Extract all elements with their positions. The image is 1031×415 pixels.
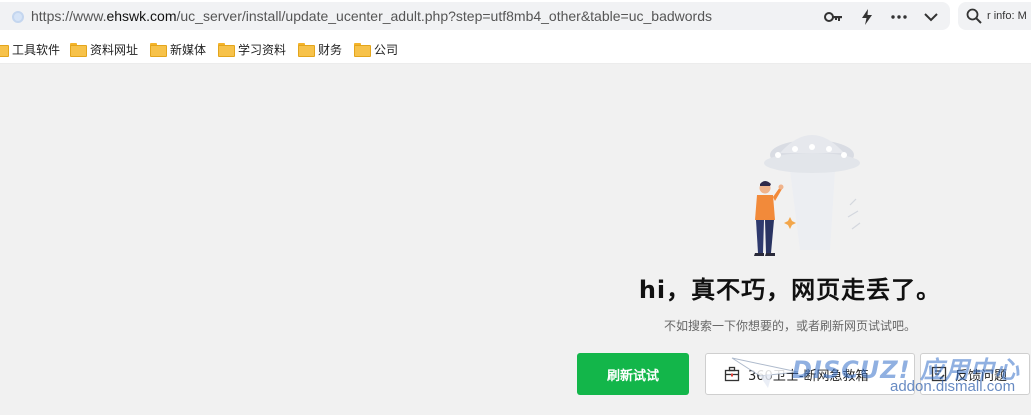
network-rescue-button[interactable]: 360卫士-断网急救箱 xyxy=(705,353,915,395)
bookmark-folder[interactable]: 公司 xyxy=(354,41,398,57)
folder-icon xyxy=(298,43,315,57)
bookmark-folder[interactable]: 新媒体 xyxy=(150,41,206,57)
chevron-down-icon[interactable] xyxy=(920,6,942,28)
search-icon xyxy=(966,8,982,24)
bookmark-folder[interactable]: 工具软件 xyxy=(0,41,60,57)
toolbox-icon xyxy=(724,366,740,382)
url-path: /uc_server/install/update_ucenter_adult.… xyxy=(176,8,712,24)
bookmark-folder[interactable]: 学习资料 xyxy=(218,41,286,57)
url-prefix: https://www. xyxy=(31,8,107,24)
folder-icon xyxy=(218,43,235,57)
bookmark-folder[interactable]: 财务 xyxy=(298,41,342,57)
lightning-icon[interactable] xyxy=(856,6,878,28)
site-info-icon[interactable] xyxy=(12,11,24,23)
search-box[interactable]: r info: M xyxy=(958,2,1031,30)
address-bar[interactable]: https://www.ehswk.com/uc_server/install/… xyxy=(0,2,950,30)
folder-icon xyxy=(70,43,87,57)
network-rescue-label: 360卫士-断网急救箱 xyxy=(748,368,869,384)
bookmark-label: 公司 xyxy=(374,42,399,57)
refresh-button[interactable]: 刷新试试 xyxy=(577,353,689,395)
error-subtitle: 不如搜索一下你想要的，或者刷新网页试试吧。 xyxy=(663,319,916,333)
address-url[interactable]: https://www.ehswk.com/uc_server/install/… xyxy=(31,8,712,24)
ufo-illustration xyxy=(754,135,861,256)
bookmark-label: 新媒体 xyxy=(170,42,207,57)
bookmark-label: 资料网址 xyxy=(90,42,139,57)
more-icon[interactable] xyxy=(888,6,910,28)
search-input-text[interactable]: r info: M xyxy=(987,10,1027,22)
bookmarks-bar: 工具软件 资料网址 新媒体 学习资料 财务 公司 xyxy=(0,34,1031,64)
key-icon[interactable] xyxy=(822,6,844,28)
feedback-button[interactable]: 反馈问题 xyxy=(920,353,1030,395)
feedback-label: 反馈问题 xyxy=(955,368,1008,384)
feedback-icon xyxy=(931,366,947,382)
error-title: hi，真不巧，网页走丢了。 xyxy=(638,276,942,304)
bookmark-label: 工具软件 xyxy=(12,42,61,57)
url-host: ehswk.com xyxy=(106,8,177,24)
folder-icon xyxy=(354,43,371,57)
bookmark-label: 学习资料 xyxy=(238,42,287,57)
browser-toolbar: https://www.ehswk.com/uc_server/install/… xyxy=(0,0,1031,34)
bookmark-label: 财务 xyxy=(318,42,343,57)
folder-icon xyxy=(0,43,9,57)
bookmark-folder[interactable]: 资料网址 xyxy=(70,41,138,57)
folder-icon xyxy=(150,43,167,57)
